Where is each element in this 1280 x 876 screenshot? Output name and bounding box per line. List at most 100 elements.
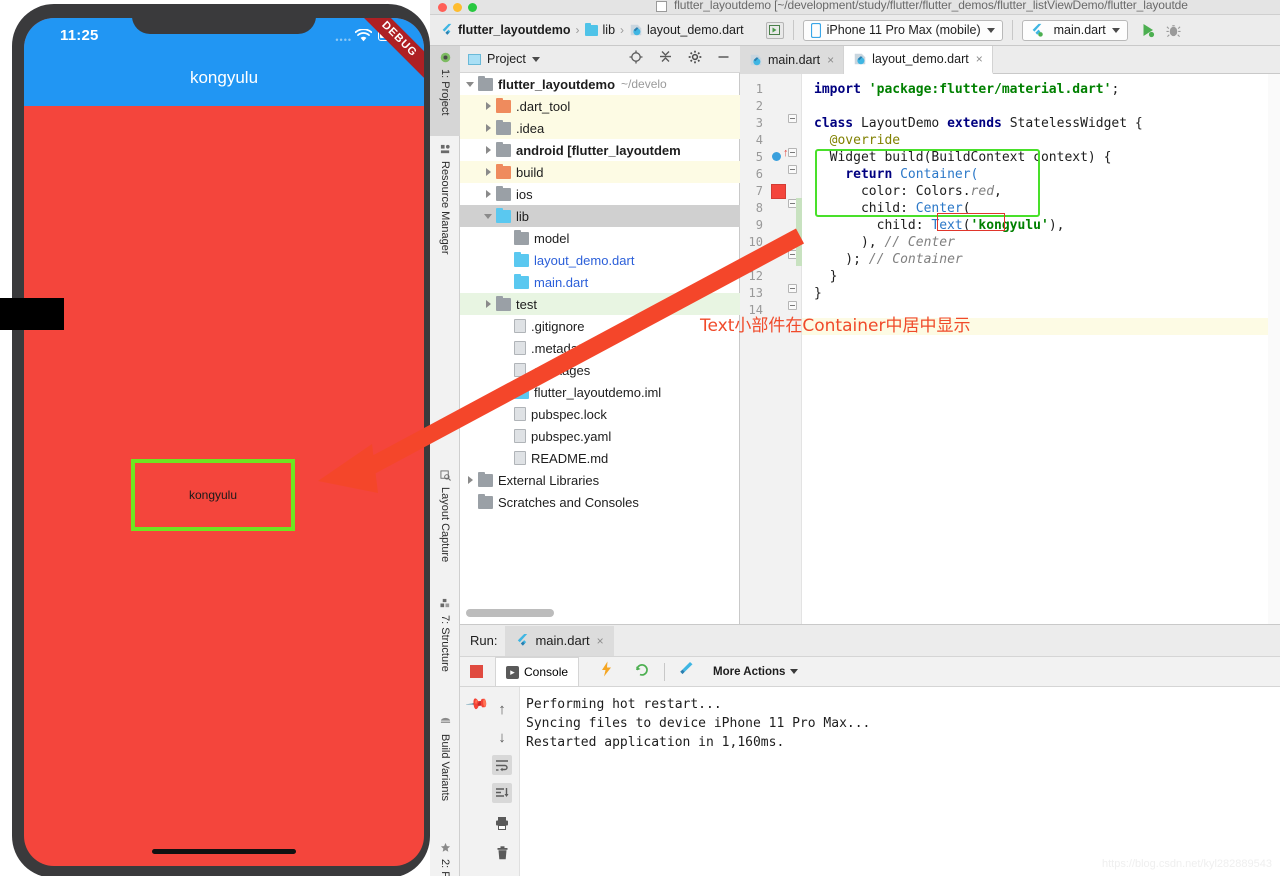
tree-row[interactable]: layout_demo.dart [460, 249, 740, 271]
pin-icon[interactable]: 📌 [464, 691, 490, 717]
project-horizontal-scrollbar[interactable] [466, 609, 554, 617]
close-icon[interactable]: × [827, 53, 834, 67]
sidebar-item-resource-manager[interactable]: Resource Manager [430, 138, 460, 278]
project-tree[interactable]: flutter_layoutdemo ~/develo .dart_tool .ide… [460, 73, 740, 603]
chevron-closed-icon[interactable] [484, 101, 494, 111]
scroll-to-end-icon[interactable] [492, 783, 512, 803]
editor-tab-main-dart[interactable]: main.dart × [740, 46, 845, 74]
chevron-closed-icon[interactable] [484, 299, 494, 309]
fold-marker[interactable] [788, 284, 797, 293]
chevron-closed-icon[interactable] [484, 123, 494, 133]
chevron-closed-icon[interactable] [484, 145, 494, 155]
bolt-icon[interactable] [599, 661, 614, 682]
tree-row[interactable]: lib [460, 205, 740, 227]
code-line[interactable]: import 'package:flutter/material.dart'; [814, 81, 1119, 98]
sidebar-item-favorites[interactable]: 2: Favorites [430, 836, 460, 876]
debug-button[interactable] [1166, 23, 1181, 38]
fold-marker[interactable] [788, 165, 797, 174]
locate-icon[interactable] [629, 50, 643, 69]
tree-row[interactable]: .dart_tool [460, 95, 740, 117]
device-selector[interactable]: iPhone 11 Pro Max (mobile) [802, 19, 1003, 41]
folder-icon [584, 22, 598, 36]
tree-row[interactable]: .idea [460, 117, 740, 139]
sidebar-item-build-variants[interactable]: Build Variants [430, 711, 460, 831]
preview-icon[interactable] [765, 21, 784, 39]
tree-row[interactable]: README.md [460, 447, 740, 469]
chevron-closed-icon[interactable] [484, 189, 494, 199]
tree-row[interactable]: flutter_layoutdemo.iml [460, 381, 740, 403]
tree-arrow-placeholder [502, 233, 512, 243]
window-controls[interactable] [438, 3, 477, 12]
tree-row[interactable]: pubspec.yaml [460, 425, 740, 447]
tree-row[interactable]: flutter_layoutdemo ~/develo [460, 73, 740, 95]
tree-row[interactable]: .packages [460, 359, 740, 381]
breadcrumb-item-lib[interactable]: lib [584, 22, 615, 37]
collapse-all-icon[interactable] [659, 50, 672, 68]
tab-console[interactable]: ▸ Console [495, 657, 580, 686]
close-icon[interactable]: × [976, 52, 983, 66]
sidebar-item-structure[interactable]: 7: Structure [430, 592, 460, 697]
trash-icon[interactable] [492, 843, 512, 863]
code-line[interactable]: class LayoutDemo extends StatelessWidget… [814, 115, 1143, 132]
chevron-open-icon[interactable] [466, 79, 476, 89]
sidebar-item-project[interactable]: 1: Project [430, 46, 460, 136]
soft-wrap-icon[interactable] [492, 755, 512, 775]
more-actions-label: More Actions [713, 665, 786, 678]
close-icon[interactable]: × [597, 634, 604, 648]
tree-row[interactable]: build [460, 161, 740, 183]
tree-row[interactable]: model [460, 227, 740, 249]
fold-marker[interactable] [788, 301, 797, 310]
tree-row[interactable]: .gitignore [460, 315, 740, 337]
color-swatch-red[interactable] [771, 184, 786, 199]
chevron-open-icon[interactable] [484, 211, 494, 221]
code-line[interactable]: color: Colors.red, [814, 183, 1002, 200]
tree-row[interactable]: pubspec.lock [460, 403, 740, 425]
chevron-down-icon[interactable] [531, 56, 540, 62]
stop-icon[interactable] [470, 665, 483, 678]
hot-reload-icon[interactable] [634, 661, 650, 682]
fold-marker[interactable] [788, 148, 797, 157]
print-icon[interactable] [492, 813, 512, 833]
tree-row[interactable]: android [flutter_layoutdem [460, 139, 740, 161]
close-window-button[interactable] [438, 3, 447, 12]
chevron-closed-icon[interactable] [466, 475, 476, 485]
breadcrumb-item-project[interactable]: flutter_layoutdemo [440, 23, 571, 37]
more-actions-button[interactable]: More Actions [713, 665, 799, 678]
code-line[interactable]: Widget build(BuildContext context) { [814, 149, 1112, 166]
maximize-window-button[interactable] [468, 3, 477, 12]
breadcrumb-item-file[interactable]: layout_demo.dart [629, 23, 744, 37]
tree-row[interactable]: External Libraries [460, 469, 740, 491]
run-configuration-selector[interactable]: main.dart [1021, 19, 1128, 41]
tree-row[interactable]: test [460, 293, 740, 315]
hide-icon[interactable] [717, 50, 730, 68]
override-marker-icon[interactable]: ↑ [783, 147, 789, 159]
code-line[interactable]: ); // Container [814, 251, 962, 268]
code-line[interactable]: } [814, 285, 822, 302]
tree-row[interactable]: ios [460, 183, 740, 205]
arrow-up-icon[interactable]: ↑ [492, 699, 512, 719]
run-button[interactable] [1140, 22, 1156, 38]
chevron-closed-icon[interactable] [484, 167, 494, 177]
code-line[interactable]: @override [814, 132, 900, 149]
project-panel-header: Project [460, 46, 740, 73]
toolbar-divider [1011, 20, 1013, 40]
editor-right-strip[interactable] [1268, 74, 1280, 624]
code-line[interactable]: } [814, 268, 838, 285]
tree-row[interactable]: Scratches and Consoles [460, 491, 740, 513]
code-line[interactable]: return Container( [814, 166, 978, 183]
editor-tab-layout-demo-dart[interactable]: layout_demo.dart × [844, 46, 993, 74]
libraries-icon [478, 471, 493, 487]
arrow-down-icon[interactable]: ↓ [492, 727, 512, 747]
editor-code-area[interactable]: import 'package:flutter/material.dart'; c… [802, 74, 1280, 624]
tree-row[interactable]: main.dart [460, 271, 740, 293]
gear-icon[interactable] [688, 50, 702, 69]
code-token: ), [1048, 218, 1065, 233]
minimize-window-button[interactable] [453, 3, 462, 12]
flutter-inspector-icon[interactable] [679, 661, 695, 682]
sidebar-item-layout-capture[interactable]: Layout Capture [430, 464, 460, 589]
breakpoint-icon[interactable] [772, 152, 781, 161]
code-line[interactable]: ), // Center [814, 234, 955, 251]
tree-row[interactable]: .metadata [460, 337, 740, 359]
fold-marker[interactable] [788, 114, 797, 123]
run-tab-main-dart[interactable]: main.dart × [505, 625, 614, 656]
